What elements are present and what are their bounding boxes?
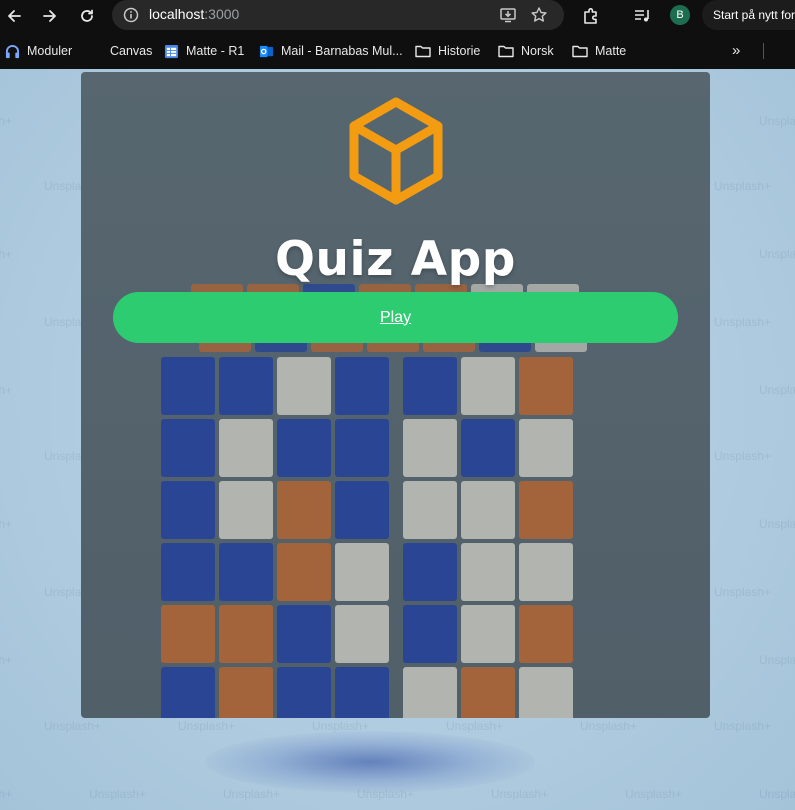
bookmark-folder-norsk[interactable]: Norsk xyxy=(498,33,554,69)
arrow-right-icon xyxy=(43,10,56,22)
profile-avatar[interactable]: B xyxy=(670,5,690,25)
reload-button[interactable] xyxy=(74,3,100,29)
folder-icon xyxy=(415,45,431,58)
bookmark-label: Mail - Barnabas Mul... xyxy=(281,44,403,58)
restart-update-button[interactable]: Start på nytt for å oppdatere xyxy=(702,0,795,30)
box-icon xyxy=(349,97,443,205)
bookmark-canvas[interactable]: Canvas xyxy=(91,33,152,69)
watermark-text: Unsplash+ xyxy=(0,517,13,531)
watermark-text: Unsplash+ xyxy=(0,247,13,261)
watermark-text: Unsplash+ xyxy=(759,114,795,128)
watermark-text: Unsplash+ xyxy=(223,787,281,801)
watermark-text: Unsplash+ xyxy=(714,449,772,463)
bookmark-label: Moduler xyxy=(27,44,73,58)
bookmark-star-icon[interactable] xyxy=(530,6,548,24)
sheet-icon xyxy=(164,44,179,58)
bookmark-label: Historie xyxy=(438,44,481,58)
bookmark-matte-r1[interactable]: Matte - R1 xyxy=(164,33,244,69)
watermark-text: Unsplash+ xyxy=(491,787,549,801)
folder-icon xyxy=(572,45,588,58)
quiz-card: Quiz App Play xyxy=(81,72,710,718)
bookmark-label: Matte xyxy=(595,44,627,58)
watermark-text: Unsplash+ xyxy=(759,517,795,531)
browser-toolbar: localhost:3000 B Start på nytt for å opp… xyxy=(0,0,795,33)
url-text[interactable]: localhost:3000 xyxy=(149,6,239,22)
watermark-text: Unsplash+ xyxy=(759,247,795,261)
watermark-text: Unsplash+ xyxy=(44,719,102,733)
watermark-text: Unsplash+ xyxy=(714,179,772,193)
bookmark-moduler[interactable]: Moduler xyxy=(5,33,72,69)
extensions-icon[interactable] xyxy=(581,6,601,26)
watermark-text: Unsplash+ xyxy=(0,787,13,801)
watermark-text: Unsplash+ xyxy=(357,787,415,801)
media-controls-icon[interactable] xyxy=(633,6,653,26)
arrow-left-icon xyxy=(8,10,21,22)
headset-icon xyxy=(5,44,20,58)
watermark-text: Unsplash+ xyxy=(89,787,147,801)
canvas-icon xyxy=(91,44,103,59)
background-shadow xyxy=(205,731,535,793)
outlook-icon xyxy=(259,45,274,57)
watermark-text: Unsplash+ xyxy=(0,114,13,128)
bookmarks-divider xyxy=(763,43,764,59)
bookmark-label: Canvas xyxy=(110,44,153,58)
install-app-icon[interactable] xyxy=(499,6,517,24)
bookmark-label: Norsk xyxy=(521,44,554,58)
bookmark-label: Matte - R1 xyxy=(186,44,245,58)
watermark-text: Unsplash+ xyxy=(580,719,638,733)
folder-icon xyxy=(498,45,514,58)
bookmark-folder-historie[interactable]: Historie xyxy=(415,33,480,69)
watermark-text: Unsplash+ xyxy=(0,653,13,667)
reload-icon xyxy=(81,9,93,22)
watermark-text: Unsplash+ xyxy=(759,787,795,801)
more-bookmarks-button[interactable]: » xyxy=(732,42,740,59)
watermark-text: Unsplash+ xyxy=(759,653,795,667)
site-info-icon[interactable] xyxy=(122,6,140,24)
watermark-text: Unsplash+ xyxy=(759,383,795,397)
watermark-text: Unsplash+ xyxy=(714,719,772,733)
back-button[interactable] xyxy=(1,3,27,29)
forward-button[interactable] xyxy=(37,3,63,29)
app-title: Quiz App xyxy=(275,232,516,287)
play-button[interactable]: Play xyxy=(113,292,678,343)
bookmarks-bar: Moduler Canvas Matte - R1 Mail - Barnaba… xyxy=(0,33,795,69)
watermark-text: Unsplash+ xyxy=(714,585,772,599)
watermark-text: Unsplash+ xyxy=(446,719,504,733)
url-host: localhost xyxy=(149,6,205,22)
watermark-text: Unsplash+ xyxy=(714,315,772,329)
url-port: :3000 xyxy=(204,6,240,22)
address-bar[interactable]: localhost:3000 xyxy=(112,0,564,30)
watermark-text: Unsplash+ xyxy=(312,719,370,733)
watermark-text: Unsplash+ xyxy=(625,787,683,801)
watermark-text: Unsplash+ xyxy=(0,383,13,397)
watermark-text: Unsplash+ xyxy=(178,719,236,733)
bookmark-mail[interactable]: Mail - Barnabas Mul... xyxy=(259,33,403,69)
bookmark-folder-matte[interactable]: Matte xyxy=(572,33,626,69)
